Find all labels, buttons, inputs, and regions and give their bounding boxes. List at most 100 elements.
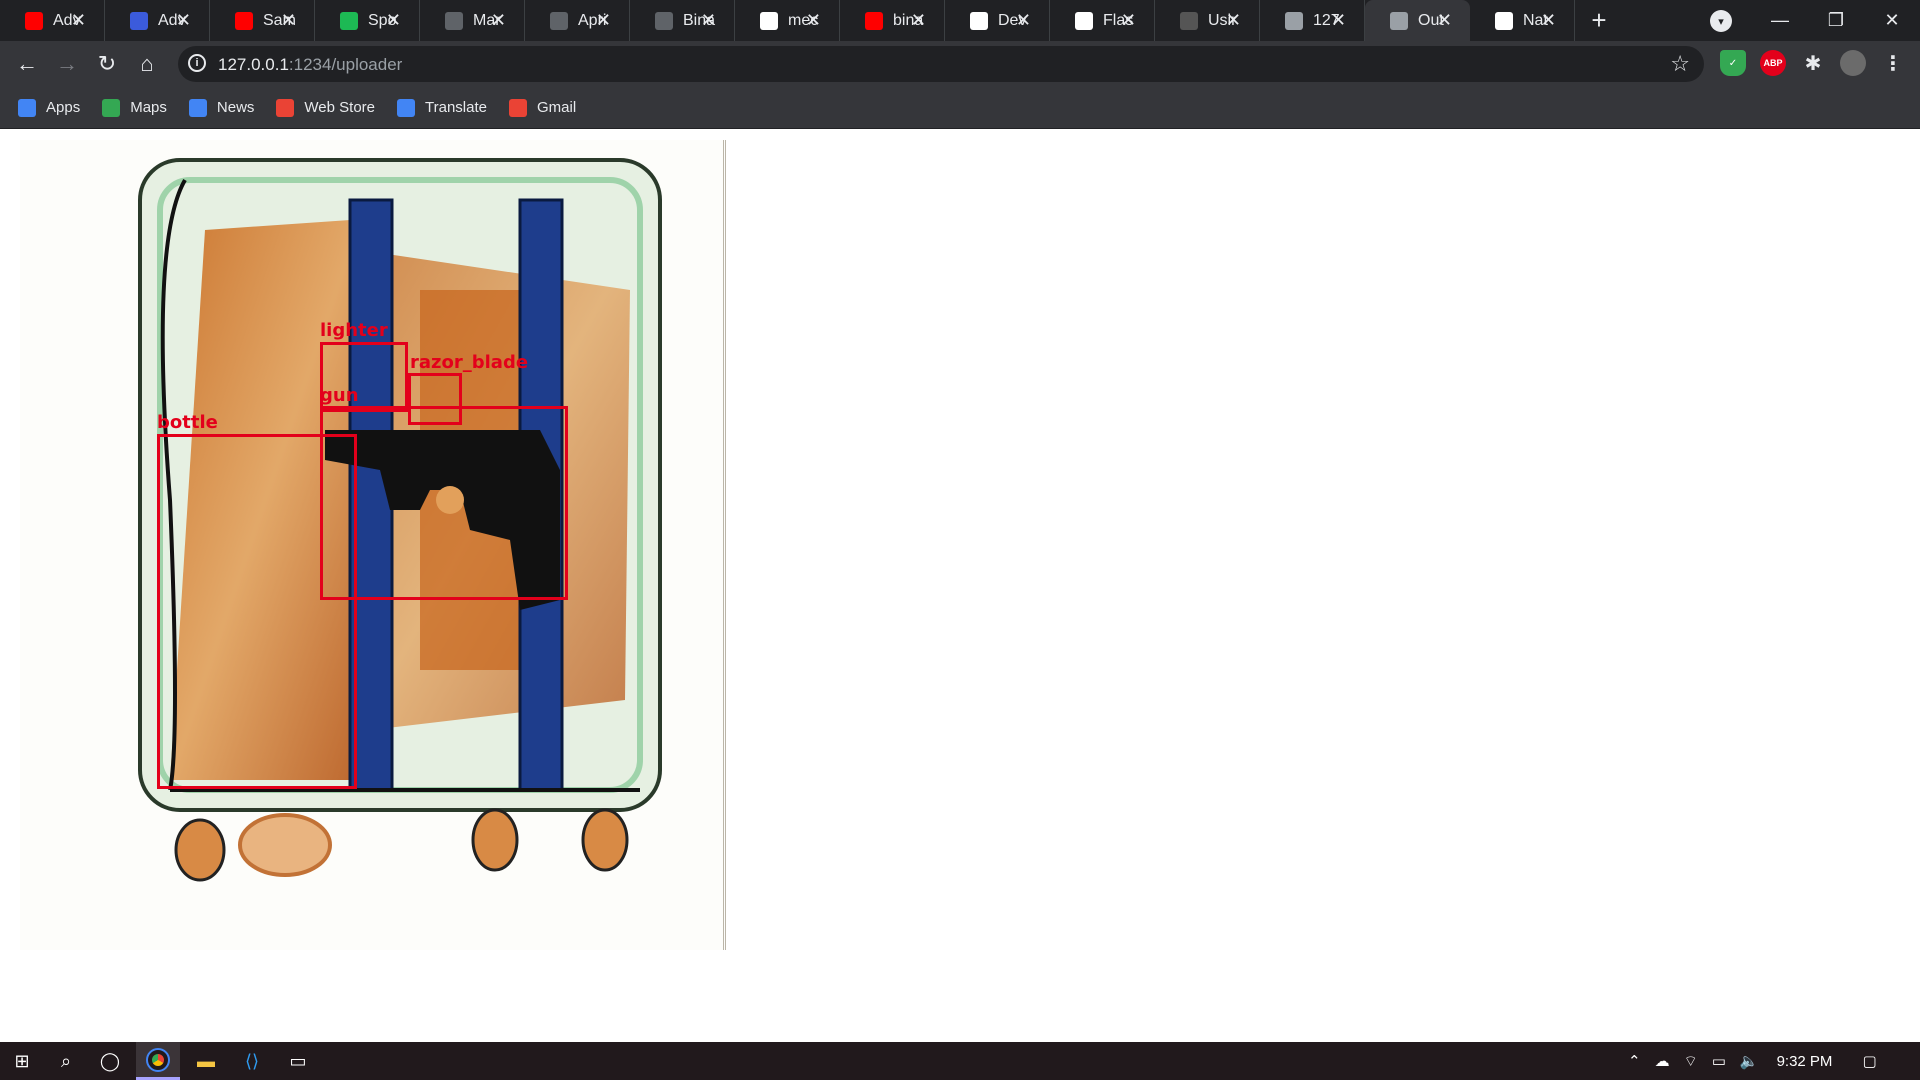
tab-search-icon[interactable]: ▾ — [1710, 10, 1732, 32]
bookmark-label: Gmail — [536, 99, 577, 116]
tab-close-icon[interactable]: ✕ — [596, 10, 611, 31]
tab-close-icon[interactable]: ✕ — [386, 10, 401, 31]
adblock-extension-icon[interactable]: ABP — [1760, 50, 1786, 76]
bookmark-label: Maps — [130, 99, 167, 116]
tab-strip: Adv ✕ Adv ✕ Sam ✕ Spo ✕ Mar ✕ Apri ✕ Bina ✕ mec ✕ bina ✕ D… — [0, 0, 1920, 41]
bookmark-translate[interactable]: Translate — [397, 98, 487, 117]
tab-7[interactable]: mec ✕ — [735, 0, 840, 41]
new-tab-button[interactable]: + — [1575, 0, 1623, 41]
more-menu-icon[interactable]: ⋮ — [1880, 50, 1906, 76]
windows-start-icon[interactable]: ⊞ — [0, 1042, 44, 1080]
github-icon — [1495, 12, 1513, 30]
back-button[interactable]: ← — [14, 51, 40, 77]
bookmark-web-store[interactable]: Web Store — [276, 98, 375, 117]
tab-0[interactable]: Adv ✕ — [0, 0, 105, 41]
window-controls: — ❐ ✕ — [1752, 0, 1920, 41]
tab-close-icon[interactable]: ✕ — [1121, 10, 1136, 31]
tab-3[interactable]: Spo ✕ — [315, 0, 420, 41]
tab-close-icon[interactable]: ✕ — [1541, 10, 1556, 31]
tab-close-icon[interactable]: ✕ — [806, 10, 821, 31]
detection-box-gun — [320, 406, 568, 600]
tab-close-icon[interactable]: ✕ — [1437, 10, 1452, 31]
python-icon — [1075, 12, 1093, 30]
tab-9[interactable]: Dev ✕ — [945, 0, 1050, 41]
tab-1[interactable]: Adv ✕ — [105, 0, 210, 41]
bookmark-apps[interactable]: Apps — [18, 98, 81, 117]
tab-8[interactable]: bina ✕ — [840, 0, 945, 41]
tab-14[interactable]: Nat ✕ — [1470, 0, 1575, 41]
chrome-taskbar-icon[interactable] — [136, 1042, 180, 1080]
tab-close-icon[interactable]: ✕ — [1016, 10, 1031, 31]
tab-4[interactable]: Mar ✕ — [420, 0, 525, 41]
bookmarks-bar: Apps Maps News Web Store Translate Gmail — [0, 87, 1920, 129]
detection-label-razor-blade: razor_blade — [410, 352, 529, 373]
tab-6[interactable]: Bina ✕ — [630, 0, 735, 41]
page-content: lighter razor_blade gun bottle — [0, 129, 1920, 1042]
bookmark-star-icon[interactable]: ☆ — [1670, 51, 1690, 77]
home-button[interactable]: ⌂ — [134, 51, 160, 77]
tab-close-icon[interactable]: ✕ — [176, 10, 191, 31]
sa-icon — [1180, 12, 1198, 30]
tab-close-icon[interactable]: ✕ — [491, 10, 506, 31]
terminal-icon[interactable]: ▭ — [276, 1042, 320, 1080]
shield-extension-icon[interactable]: ✓ — [1720, 50, 1746, 76]
bookmark-maps[interactable]: Maps — [102, 98, 167, 117]
bookmark-label: Web Store — [304, 99, 375, 116]
minimize-button[interactable]: — — [1752, 0, 1808, 41]
bookmark-news[interactable]: News — [188, 98, 255, 117]
browser-toolbar: ← → ↻ ⌂ i 127.0.0.1:1234/uploader ☆ ✓ AB… — [0, 41, 1920, 87]
forward-button[interactable]: → — [54, 51, 80, 77]
infinity-icon — [130, 12, 148, 30]
detection-label-gun: gun — [320, 385, 359, 406]
tab-close-icon[interactable]: ✕ — [911, 10, 926, 31]
tab-close-icon[interactable]: ✕ — [71, 10, 86, 31]
vscode-icon[interactable]: ⟨⟩ — [230, 1042, 274, 1080]
tab-list: Adv ✕ Adv ✕ Sam ✕ Spo ✕ Mar ✕ Apri ✕ Bina ✕ mec ✕ bina ✕ D… — [0, 0, 1575, 41]
bookmark-gmail[interactable]: Gmail — [508, 98, 577, 117]
extensions-puzzle-icon[interactable]: ✱ — [1800, 50, 1826, 76]
url-text[interactable]: 127.0.0.1:1234/uploader — [218, 55, 402, 75]
wifi-icon[interactable]: ⌔ — [1684, 1052, 1698, 1071]
profile-avatar-icon[interactable] — [1840, 50, 1866, 76]
gmail-icon — [508, 98, 527, 117]
onedrive-icon[interactable]: ☁ — [1655, 1052, 1670, 1070]
search-icon[interactable]: ⌕ — [44, 1042, 88, 1080]
windows-taskbar: ⊞ ⌕ ◯ ▬ ⟨⟩ ▭ ⌃ ☁ ⌔ ▭ 🔈 9:32 PM ▢ — [0, 1042, 1920, 1080]
tab-11[interactable]: Usir ✕ — [1155, 0, 1260, 41]
notifications-icon[interactable]: ▢ — [1862, 1052, 1876, 1070]
youtube-icon — [235, 12, 253, 30]
tray-chevron-icon[interactable]: ⌃ — [1628, 1052, 1641, 1070]
address-bar[interactable]: i 127.0.0.1:1234/uploader ☆ — [178, 46, 1704, 82]
close-window-button[interactable]: ✕ — [1864, 0, 1920, 41]
tab-2[interactable]: Sam ✕ — [210, 0, 315, 41]
taskbar-clock[interactable]: 9:32 PM — [1777, 1053, 1833, 1070]
translate-icon — [397, 98, 415, 117]
devpost-icon — [970, 12, 988, 30]
maps-icon — [102, 98, 121, 117]
bookmark-label: Apps — [46, 99, 81, 116]
bookmark-label: News — [216, 99, 255, 116]
news-icon — [188, 98, 207, 117]
tab-5[interactable]: Apri ✕ — [525, 0, 630, 41]
spotify-icon — [340, 12, 358, 30]
tab-12[interactable]: 127 ✕ — [1260, 0, 1365, 41]
cortana-icon[interactable]: ◯ — [88, 1042, 132, 1080]
bookmark-label: Translate — [425, 99, 487, 116]
tab-close-icon[interactable]: ✕ — [1331, 10, 1346, 31]
tab-13[interactable]: Out ✕ — [1365, 0, 1470, 41]
tab-10[interactable]: Flas ✕ — [1050, 0, 1155, 41]
detection-label-bottle: bottle — [157, 412, 218, 433]
detection-label-lighter: lighter — [320, 320, 388, 341]
volume-icon[interactable]: 🔈 — [1740, 1052, 1759, 1070]
globe-icon — [1285, 12, 1303, 30]
tab-close-icon[interactable]: ✕ — [1226, 10, 1241, 31]
file-explorer-icon[interactable]: ▬ — [184, 1042, 228, 1080]
reload-button[interactable]: ↻ — [94, 51, 120, 77]
detection-box-bottle — [157, 434, 357, 789]
site-info-icon[interactable]: i — [188, 54, 206, 72]
battery-icon[interactable]: ▭ — [1712, 1052, 1726, 1070]
xray-output-image: lighter razor_blade gun bottle — [20, 140, 726, 950]
restore-button[interactable]: ❐ — [1808, 0, 1864, 41]
tab-close-icon[interactable]: ✕ — [701, 10, 716, 31]
tab-close-icon[interactable]: ✕ — [281, 10, 296, 31]
